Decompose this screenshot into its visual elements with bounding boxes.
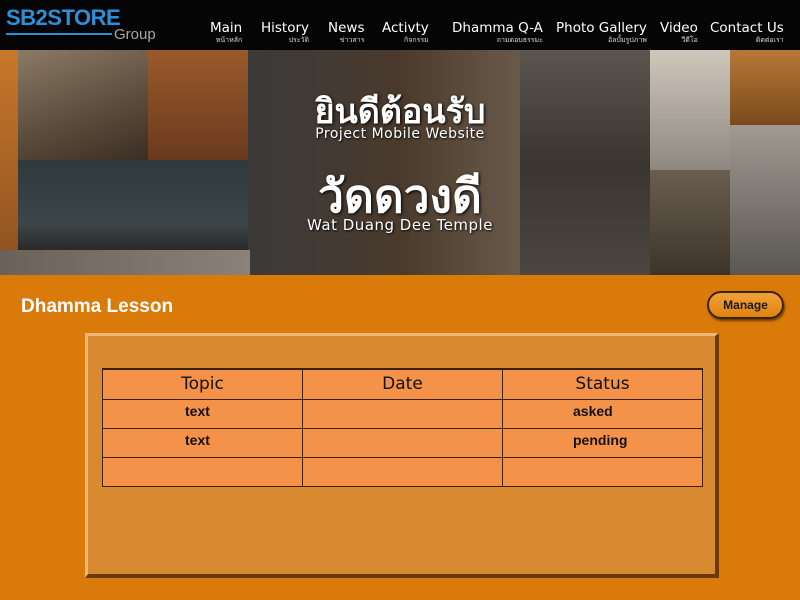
temple-english-subheading: Wat Duang Dee Temple <box>307 216 493 234</box>
column-header-status[interactable]: Status <box>502 368 703 400</box>
table-row[interactable]: text pending <box>102 427 703 458</box>
date-cell <box>302 427 503 458</box>
nav-dhamma-qa-label: Dhamma Q-A <box>452 20 543 36</box>
nav-photo-gallery[interactable]: Photo Gallery อัลบั้มรูปภาพ <box>556 20 647 44</box>
column-header-topic[interactable]: Topic <box>102 368 303 400</box>
nav-dhamma-qa-sublabel: ถามตอบธรรมะ <box>496 36 543 44</box>
logo-subtext: Group <box>114 26 156 43</box>
nav-history-label: History <box>261 20 310 36</box>
date-cell <box>302 398 503 429</box>
topic-cell <box>102 456 303 487</box>
logo-underline <box>6 33 112 35</box>
table-row <box>102 456 703 487</box>
date-cell <box>302 456 503 487</box>
nav-activity-label: Activty <box>382 20 429 36</box>
nav-video[interactable]: Video วีดีโอ <box>660 20 698 44</box>
nav-contact-us-sublabel: ติดต่อเรา <box>755 36 784 44</box>
status-cell: asked <box>502 398 703 429</box>
nav-main-sublabel: หน้าหลัก <box>215 36 243 44</box>
nav-dhamma-qa[interactable]: Dhamma Q-A ถามตอบธรรมะ <box>452 20 543 44</box>
manage-button[interactable]: Manage <box>707 291 784 319</box>
topic-cell[interactable]: text <box>102 427 303 458</box>
nav-main[interactable]: Main หน้าหลัก <box>210 20 242 44</box>
nav-history-sublabel: ประวัติ <box>288 36 310 44</box>
logo-text: SB2STORE <box>6 5 121 30</box>
status-cell: pending <box>502 427 703 458</box>
dhamma-lesson-table: Topic Date Status text asked text pendin… <box>102 368 703 487</box>
nav-history[interactable]: History ประวัติ <box>261 20 309 44</box>
nav-activity-sublabel: กิจกรรม <box>404 36 429 44</box>
nav-photo-gallery-label: Photo Gallery <box>556 20 647 36</box>
nav-news-label: News <box>328 20 365 36</box>
nav-main-label: Main <box>210 20 243 36</box>
topic-cell[interactable]: text <box>102 398 303 429</box>
table-row[interactable]: text asked <box>102 398 703 429</box>
nav-contact-us-label: Contact Us <box>710 20 784 36</box>
banner-photo-tile <box>0 250 250 275</box>
site-logo[interactable]: SB2STORE Group <box>6 5 156 43</box>
nav-photo-gallery-sublabel: อัลบั้มรูปภาพ <box>607 36 647 44</box>
nav-contact-us[interactable]: Contact Us ติดต่อเรา <box>710 20 784 44</box>
nav-video-sublabel: วีดีโอ <box>681 36 698 44</box>
nav-activity[interactable]: Activty กิจกรรม <box>382 20 429 44</box>
top-navigation-bar: SB2STORE Group Main หน้าหลัก History ประ… <box>0 0 800 50</box>
table-header-row: Topic Date Status <box>102 368 703 400</box>
temple-banner: ยินดีต้อนรับ Project Mobile Website วัดด… <box>0 50 800 275</box>
page-title: Dhamma Lesson <box>21 296 174 317</box>
nav-video-label: Video <box>660 20 698 36</box>
welcome-english-subheading: Project Mobile Website <box>315 126 485 142</box>
nav-news[interactable]: News ข่าวสาร <box>328 20 364 44</box>
nav-news-sublabel: ข่าวสาร <box>339 36 365 44</box>
status-cell <box>502 456 703 487</box>
column-header-date[interactable]: Date <box>302 368 503 400</box>
